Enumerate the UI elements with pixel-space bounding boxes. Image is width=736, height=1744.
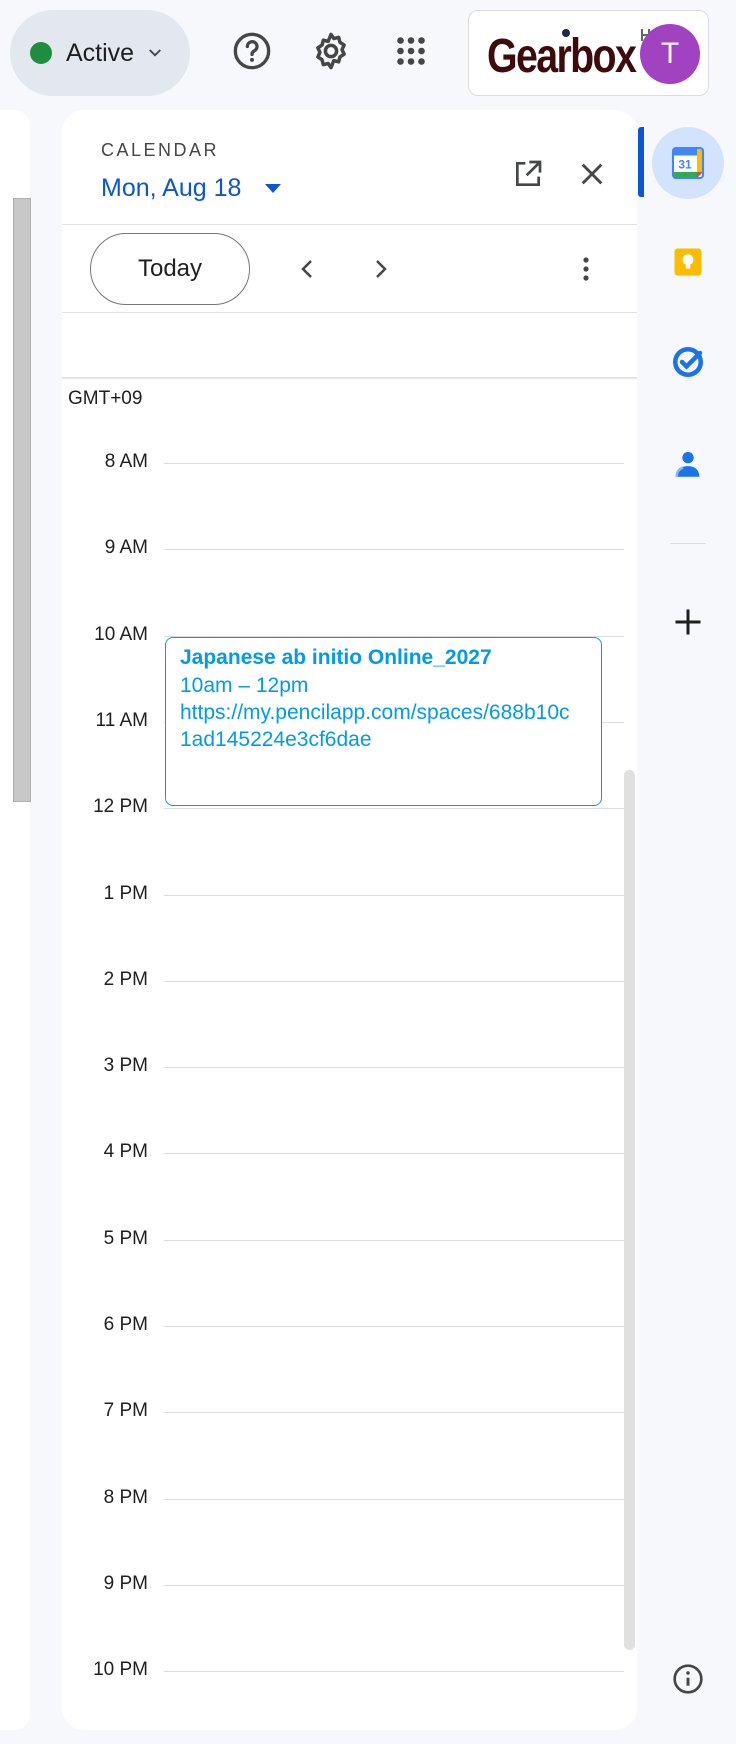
calendar-app-button[interactable]: 31 [652, 127, 724, 199]
status-label: Active [66, 38, 135, 67]
brand-accent-icon [562, 29, 650, 41]
info-icon [673, 1664, 703, 1694]
hour-gridline[interactable] [164, 1412, 624, 1413]
help-icon[interactable] [229, 28, 275, 74]
caret-down-icon [265, 184, 282, 193]
settings-gear-icon[interactable] [308, 28, 354, 74]
hour-gridline[interactable] [164, 1153, 624, 1154]
hour-gridline[interactable] [164, 463, 624, 464]
tasks-icon [673, 347, 703, 377]
hour-label: 7 PM [103, 1400, 148, 1421]
hour-label: 10 AM [94, 624, 148, 645]
hour-gridline[interactable] [164, 1671, 624, 1672]
hour-label: 9 PM [103, 1573, 148, 1594]
rail-divider [670, 543, 706, 544]
hour-label: 1 PM [103, 883, 148, 904]
hour-gridline[interactable] [164, 1240, 624, 1241]
hour-label: 9 AM [104, 537, 148, 558]
calendar-event[interactable]: Japanese ab initio Online_2027 10am – 12… [165, 637, 602, 806]
hour-gridline[interactable] [164, 549, 624, 550]
toolbar-divider [62, 312, 637, 313]
hour-gridline[interactable] [164, 808, 624, 809]
keep-icon [674, 248, 702, 276]
open-in-new-icon[interactable] [506, 152, 550, 196]
hour-gridline[interactable] [164, 1326, 624, 1327]
hour-label: 11 AM [95, 710, 148, 731]
chevron-right-icon[interactable] [357, 246, 403, 292]
panel-kicker: CALENDAR [101, 140, 220, 160]
event-time: 10am – 12pm [180, 674, 309, 697]
hour-label: 2 PM [103, 969, 148, 990]
info-button[interactable] [652, 1643, 724, 1715]
close-icon[interactable] [570, 152, 614, 196]
header-divider [62, 224, 637, 225]
hour-label: 12 PM [93, 796, 148, 817]
add-app-button[interactable] [652, 586, 724, 658]
event-link: https://my.pencilapp.com/spaces/688b10c [180, 701, 570, 724]
chevron-down-icon [149, 49, 162, 57]
calendar-icon: 31 [671, 146, 705, 180]
hour-label: 8 PM [103, 1487, 148, 1508]
rail-active-indicator [638, 127, 644, 197]
hour-gridline[interactable] [164, 895, 624, 896]
chevron-left-icon[interactable] [285, 246, 331, 292]
hour-gridline[interactable] [164, 1067, 624, 1068]
hour-label: 4 PM [103, 1141, 148, 1162]
more-vert-icon[interactable] [563, 246, 609, 292]
add-icon [675, 609, 701, 635]
avatar[interactable]: T [640, 24, 700, 84]
hour-label: 6 PM [103, 1314, 148, 1335]
apps-grid-icon[interactable] [388, 28, 434, 74]
hour-label: 10 PM [93, 1659, 148, 1680]
hour-label: 3 PM [103, 1055, 148, 1076]
timezone-label: GMT+09 [68, 388, 143, 409]
status-dot [30, 42, 52, 64]
event-title: Japanese ab initio Online_2027 [180, 646, 492, 669]
main-scrollbar[interactable] [13, 198, 31, 802]
panel-scrollbar[interactable] [624, 770, 635, 1650]
date-selector[interactable]: Mon, Aug 18 [101, 174, 282, 203]
hour-label: 5 PM [103, 1228, 148, 1249]
hour-label: 8 AM [104, 451, 148, 472]
hour-gridline[interactable] [164, 1499, 624, 1500]
hour-gridline[interactable] [164, 981, 624, 982]
contacts-icon [675, 451, 700, 477]
today-button[interactable]: Today [90, 233, 250, 305]
calendar-panel: CALENDAR Mon, Aug 18 Today GMT+09 8 AM 9 … [62, 110, 637, 1730]
allday-shadow [62, 377, 637, 380]
event-link-cont: 1ad145224e3cf6dae [180, 728, 372, 751]
date-label: Mon, Aug 18 [101, 174, 242, 202]
svg-text:31: 31 [678, 157, 692, 171]
keep-app-button[interactable] [652, 226, 724, 298]
tasks-app-button[interactable] [652, 326, 724, 398]
contacts-app-button[interactable] [652, 428, 724, 500]
hour-gridline[interactable] [164, 1585, 624, 1586]
status-selector[interactable]: Active [10, 10, 190, 96]
